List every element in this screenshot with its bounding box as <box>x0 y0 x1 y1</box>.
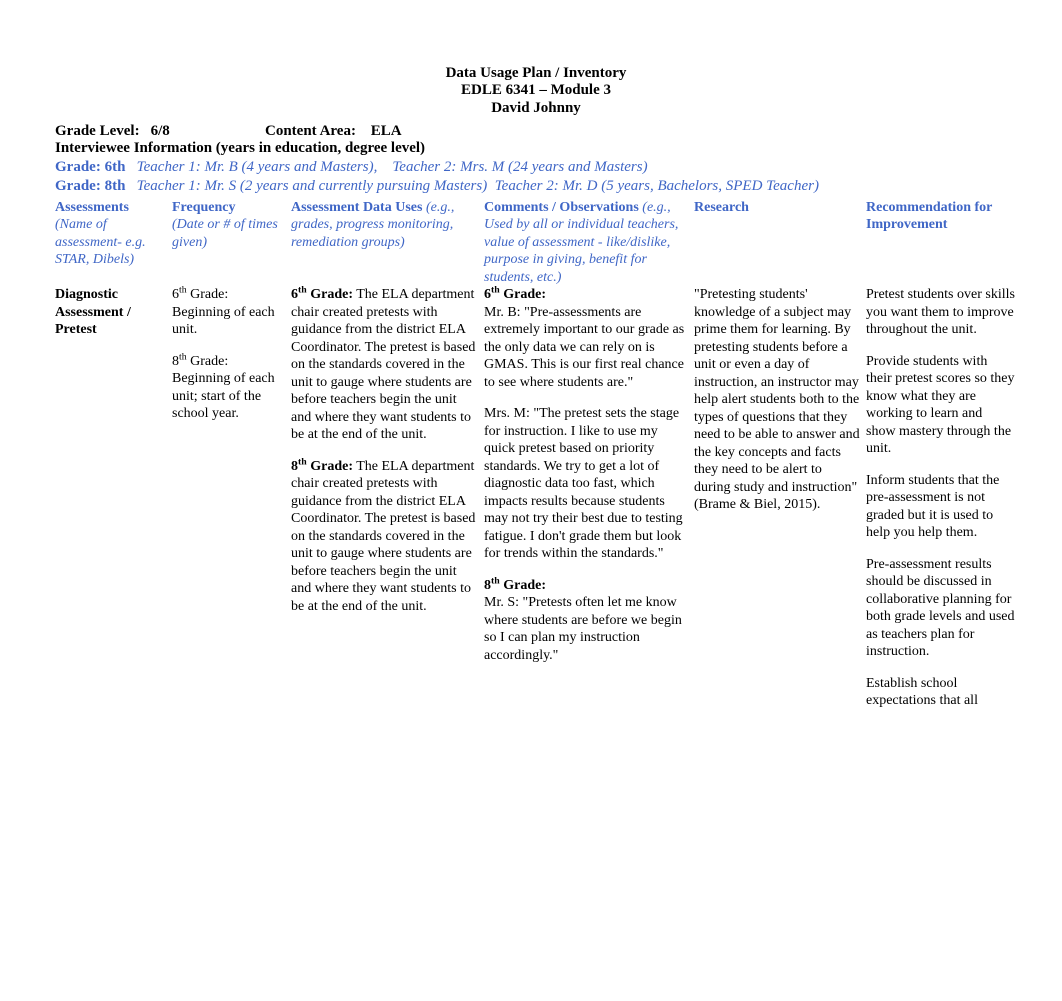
grade-level-label: Grade Level: <box>55 123 140 139</box>
rec-2: Provide students with their pretest scor… <box>866 353 1015 458</box>
u8t: The ELA department chair created pretest… <box>291 459 475 614</box>
c6sup: th <box>491 285 500 296</box>
uses-6: 6th Grade: The ELA department chair crea… <box>291 286 478 444</box>
grade-level-num: 6/8 <box>151 123 170 139</box>
f6sup: th <box>179 285 187 296</box>
content-area-val: ELA <box>371 123 402 139</box>
hdr-res-t: Research <box>694 200 749 215</box>
cell-uses: 6th Grade: The ELA department chair crea… <box>291 286 484 710</box>
title-line-2: EDLE 6341 – Module 3 <box>55 82 1017 99</box>
cell-frequency: 6th Grade: Beginning of each unit. 8th G… <box>172 286 291 710</box>
f6p: 6 <box>172 287 179 302</box>
hdr-comm-t: Comments / Observations <box>484 200 639 215</box>
grade-level-value <box>143 123 151 139</box>
u6b: Grade: <box>307 287 353 302</box>
comm-m: Mrs. M: "The pretest sets the stage for … <box>484 405 688 563</box>
f6t: Grade: Beginning of each unit. <box>172 287 275 337</box>
c6p: 6 <box>484 287 491 302</box>
rec-5: Establish school expectations that all <box>866 675 1015 710</box>
c8p: 8 <box>484 578 491 593</box>
hdr-research: Research <box>694 199 866 287</box>
title-block: Data Usage Plan / Inventory EDLE 6341 – … <box>55 65 1017 117</box>
rec-4: Pre-assessment results should be discuss… <box>866 556 1015 661</box>
hdr-assessments-t: Assessments <box>55 200 129 215</box>
assessment-name: Diagnostic Assessment / Pretest <box>55 287 131 337</box>
grade-8-label: Grade: 8th <box>55 178 125 194</box>
hdr-uses-t: Assessment Data Uses <box>291 200 422 215</box>
uses-8: 8th Grade: The ELA department chair crea… <box>291 458 478 616</box>
cell-assessment-name: Diagnostic Assessment / Pretest <box>55 286 172 710</box>
hdr-rec-t: Recommendation for Improvement <box>866 200 992 233</box>
hdr-comments: Comments / Observations (e.g., Used by a… <box>484 199 694 287</box>
u6p: 6 <box>291 287 298 302</box>
hdr-frequency: Frequency (Date or # of times given) <box>172 199 291 287</box>
f8sup: th <box>179 351 187 362</box>
main-table: Assessments (Name of assessment- e.g. ST… <box>55 199 1021 710</box>
grade-6-teachers: Teacher 1: Mr. B (4 years and Masters), … <box>125 159 647 175</box>
grade-8-teachers: Teacher 1: Mr. S (2 years and currently … <box>125 178 819 194</box>
comm-b: Mr. B: "Pre-assessments are extremely im… <box>484 304 688 392</box>
hdr-recommendation: Recommendation for Improvement <box>866 199 1021 287</box>
u8sup: th <box>298 456 307 467</box>
hdr-freq-t: Frequency <box>172 200 236 215</box>
u8b: Grade: <box>307 459 353 474</box>
c6b: Grade: <box>500 287 546 302</box>
c8b: Grade: <box>500 578 546 593</box>
grade-8-line: Grade: 8th Teacher 1: Mr. S (2 years and… <box>55 178 1017 195</box>
f8t: Grade: Beginning of each unit; start of … <box>172 354 275 422</box>
cell-recommendation: Pretest students over skills you want th… <box>866 286 1021 710</box>
grade-6-line: Grade: 6th Teacher 1: Mr. B (4 years and… <box>55 159 1017 176</box>
table-row: Diagnostic Assessment / Pretest 6th Grad… <box>55 286 1021 710</box>
comm-s: Mr. S: "Pretests often let me know where… <box>484 594 688 664</box>
hdr-freq-s: (Date or # of times given) <box>172 217 278 250</box>
content-area-value <box>359 123 370 139</box>
hdr-assessments-s: (Name of assessment- e.g. STAR, Dibels) <box>55 217 146 267</box>
cell-comments: 6th Grade: Mr. B: "Pre-assessments are e… <box>484 286 694 710</box>
header-row: Assessments (Name of assessment- e.g. ST… <box>55 199 1021 287</box>
grade-6-label: Grade: 6th <box>55 159 125 175</box>
research-text: "Pretesting students' knowledge of a sub… <box>694 286 860 514</box>
rec-3: Inform students that the pre-assessment … <box>866 472 1015 542</box>
freq-8: 8th Grade: Beginning of each unit; start… <box>172 353 285 423</box>
title-line-3: David Johnny <box>55 100 1017 117</box>
hdr-assessments: Assessments (Name of assessment- e.g. ST… <box>55 199 172 287</box>
meta-row: Grade Level: 6/8 Content Area: ELA <box>55 123 1017 140</box>
title-line-1: Data Usage Plan / Inventory <box>55 65 1017 82</box>
u8p: 8 <box>291 459 298 474</box>
rec-1: Pretest students over skills you want th… <box>866 286 1015 339</box>
cell-research: "Pretesting students' knowledge of a sub… <box>694 286 866 710</box>
u6t: The ELA department chair created pretest… <box>291 287 475 442</box>
comm-8-head: 8th Grade: <box>484 577 688 595</box>
page: Data Usage Plan / Inventory EDLE 6341 – … <box>0 0 1062 710</box>
u6sup: th <box>298 285 307 296</box>
content-area-label: Content Area: <box>265 123 356 139</box>
freq-6: 6th Grade: Beginning of each unit. <box>172 286 285 339</box>
hdr-uses: Assessment Data Uses (e.g., grades, prog… <box>291 199 484 287</box>
interviewee-label: Interviewee Information (years in educat… <box>55 140 1017 157</box>
c8sup: th <box>491 575 500 586</box>
f8p: 8 <box>172 354 179 369</box>
comm-6-head: 6th Grade: <box>484 286 688 304</box>
